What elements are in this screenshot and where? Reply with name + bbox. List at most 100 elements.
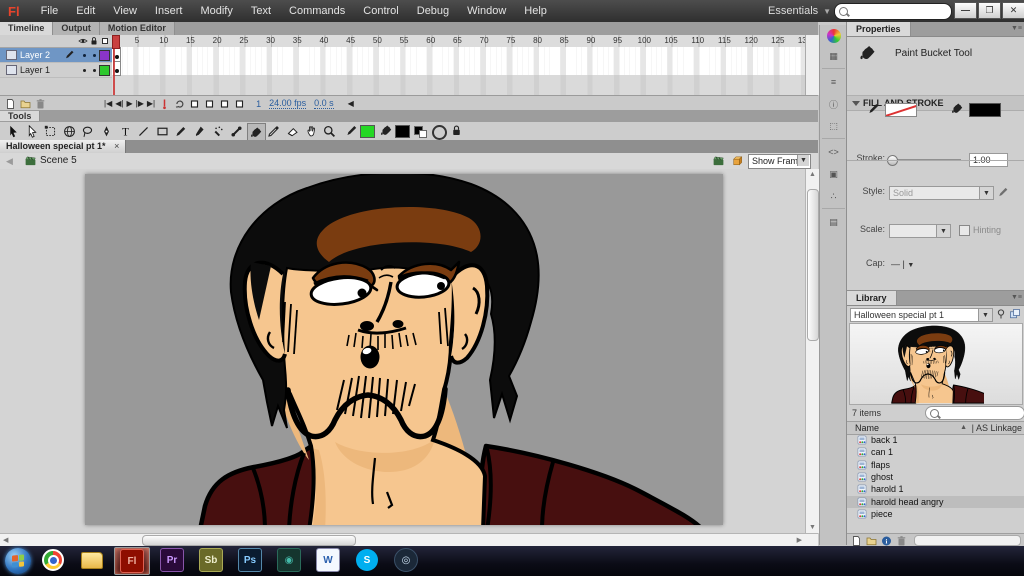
subselection-tool[interactable] [24, 123, 41, 139]
stroke-style-select[interactable]: Solid ▼ [889, 186, 994, 200]
loop-icon[interactable] [173, 98, 186, 110]
stage[interactable] [85, 174, 723, 525]
pin-library-icon[interactable] [995, 308, 1007, 320]
frame-row[interactable] [112, 47, 805, 62]
library-item[interactable]: harold 1 [847, 483, 1024, 495]
canvas-horizontal-scrollbar[interactable]: ◀ ▶ [0, 533, 818, 546]
tab-timeline[interactable]: Timeline [0, 22, 53, 35]
harold-head-drawing[interactable] [85, 174, 723, 525]
free-transform-tool[interactable] [42, 123, 59, 139]
new-library-panel-icon[interactable] [1009, 308, 1021, 320]
start-button[interactable] [5, 548, 31, 574]
library-item[interactable]: harold head angry [847, 496, 1024, 508]
library-hscrollbar[interactable] [914, 535, 1021, 546]
taskbar-flash[interactable]: Fl [114, 547, 150, 575]
library-item[interactable]: flaps [847, 459, 1024, 471]
dock-info-icon[interactable]: ⓘ [825, 95, 843, 113]
tab-library[interactable]: Library [847, 291, 897, 305]
pen-tool[interactable] [98, 123, 115, 139]
rotation-3d-tool[interactable] [61, 123, 78, 139]
library-item[interactable]: back 1 [847, 434, 1024, 446]
library-item[interactable]: ghost [847, 471, 1024, 483]
menu-text[interactable]: Text [242, 5, 280, 17]
dock-align-icon[interactable]: ≡ [825, 73, 843, 91]
maximize-button[interactable]: ❐ [978, 2, 1001, 19]
stroke-color-control[interactable] [885, 103, 917, 117]
dock-code-snippets-icon[interactable]: <> [825, 143, 843, 161]
taskbar-chrome[interactable] [36, 547, 70, 573]
canvas-pasteboard[interactable] [0, 169, 805, 533]
edit-scene-icon[interactable] [712, 155, 725, 167]
menu-commands[interactable]: Commands [280, 5, 354, 17]
swap-colors-button[interactable] [419, 130, 427, 138]
new-folder-icon[interactable] [19, 98, 32, 110]
dock-transform-icon[interactable]: ⬚ [825, 117, 843, 135]
deco-tool[interactable] [210, 123, 227, 139]
taskbar-premiere[interactable]: Pr [155, 547, 189, 573]
lock-dot[interactable] [93, 54, 96, 57]
menu-edit[interactable]: Edit [67, 5, 104, 17]
menu-debug[interactable]: Debug [408, 5, 458, 17]
layer-color-swatch[interactable] [99, 50, 110, 61]
eye-icon[interactable] [78, 36, 88, 46]
menu-view[interactable]: View [104, 5, 146, 17]
visibility-dot[interactable] [83, 69, 86, 72]
hand-tool[interactable] [303, 123, 320, 139]
layer-row[interactable]: Layer 2 [0, 48, 112, 63]
onion-skin-outlines-icon[interactable] [203, 98, 216, 110]
tools-panel-tab[interactable]: Tools [0, 111, 40, 121]
back-arrow-icon[interactable]: ◀ [6, 156, 13, 167]
timeline-frames-area[interactable]: 5101520253035404550556065707580859095100… [112, 35, 805, 95]
sort-order-icon[interactable]: ▲ [960, 424, 967, 431]
fill-color-swatch[interactable] [395, 125, 410, 138]
delete-item-icon[interactable] [895, 535, 908, 547]
edit-multiple-frames-icon[interactable] [218, 98, 231, 110]
minimize-button[interactable]: — [954, 2, 977, 19]
frame-row[interactable] [112, 61, 805, 76]
document-tab[interactable]: Halloween special pt 1* × [0, 140, 126, 153]
library-column-headers[interactable]: Name ▲ | AS Linkage [847, 421, 1024, 435]
stroke-color-swatch[interactable] [360, 125, 375, 138]
fill-color-control[interactable] [969, 103, 1001, 117]
new-layer-icon[interactable] [4, 98, 17, 110]
menu-window[interactable]: Window [458, 5, 515, 17]
library-item[interactable]: piece [847, 508, 1024, 520]
workspace-switcher[interactable]: Essentials▼ [768, 0, 831, 23]
cap-select[interactable]: — | ▼ [891, 259, 914, 269]
menu-insert[interactable]: Insert [146, 5, 192, 17]
new-symbol-icon[interactable] [850, 535, 863, 547]
center-frame-icon[interactable] [158, 98, 171, 110]
linkage-column-header[interactable]: | AS Linkage [972, 423, 1022, 433]
new-folder-icon[interactable] [865, 535, 878, 547]
timeline-hscroll-arrow[interactable]: ◀ [348, 98, 354, 110]
paint-bucket-tool[interactable] [247, 123, 266, 141]
timeline-scrollbar[interactable] [805, 35, 819, 95]
taskbar-capture-app[interactable]: ◉ [272, 547, 306, 573]
eyedropper-tool[interactable] [265, 123, 282, 139]
dock-motion-presets-icon[interactable]: ∴ [825, 187, 843, 205]
delete-layer-icon[interactable] [34, 98, 47, 110]
dock-color-icon[interactable]: ◑ [827, 29, 841, 43]
go-last-frame-button[interactable]: ▶| [147, 98, 155, 110]
playhead-marker[interactable] [112, 35, 120, 49]
lock-dot[interactable] [93, 69, 96, 72]
panel-menu-icon[interactable]: ▼≡ [1011, 294, 1022, 301]
taskbar-windows-explorer[interactable] [75, 547, 109, 573]
menu-modify[interactable]: Modify [191, 5, 241, 17]
canvas-vertical-scrollbar[interactable]: ▲ ▼ [805, 169, 819, 533]
panel-menu-icon[interactable]: ▼≡ [1011, 25, 1022, 32]
zoom-tool[interactable] [321, 123, 338, 139]
eraser-tool[interactable] [284, 123, 301, 139]
brush-tool[interactable] [191, 123, 208, 139]
item-properties-icon[interactable] [880, 535, 893, 547]
menu-control[interactable]: Control [354, 5, 407, 17]
tab-properties[interactable]: Properties [847, 22, 911, 36]
dock-swatches-icon[interactable]: ▦ [825, 47, 843, 65]
frame-rate-value[interactable]: 24.00 fps [269, 98, 306, 109]
modify-markers-icon[interactable] [233, 98, 246, 110]
bone-tool[interactable] [228, 123, 245, 139]
rectangle-tool[interactable] [154, 123, 171, 139]
tab-output[interactable]: Output [53, 22, 100, 35]
taskbar-soundbooth[interactable]: Sb [194, 547, 228, 573]
prev-frame-button[interactable]: ◀| [115, 98, 123, 110]
